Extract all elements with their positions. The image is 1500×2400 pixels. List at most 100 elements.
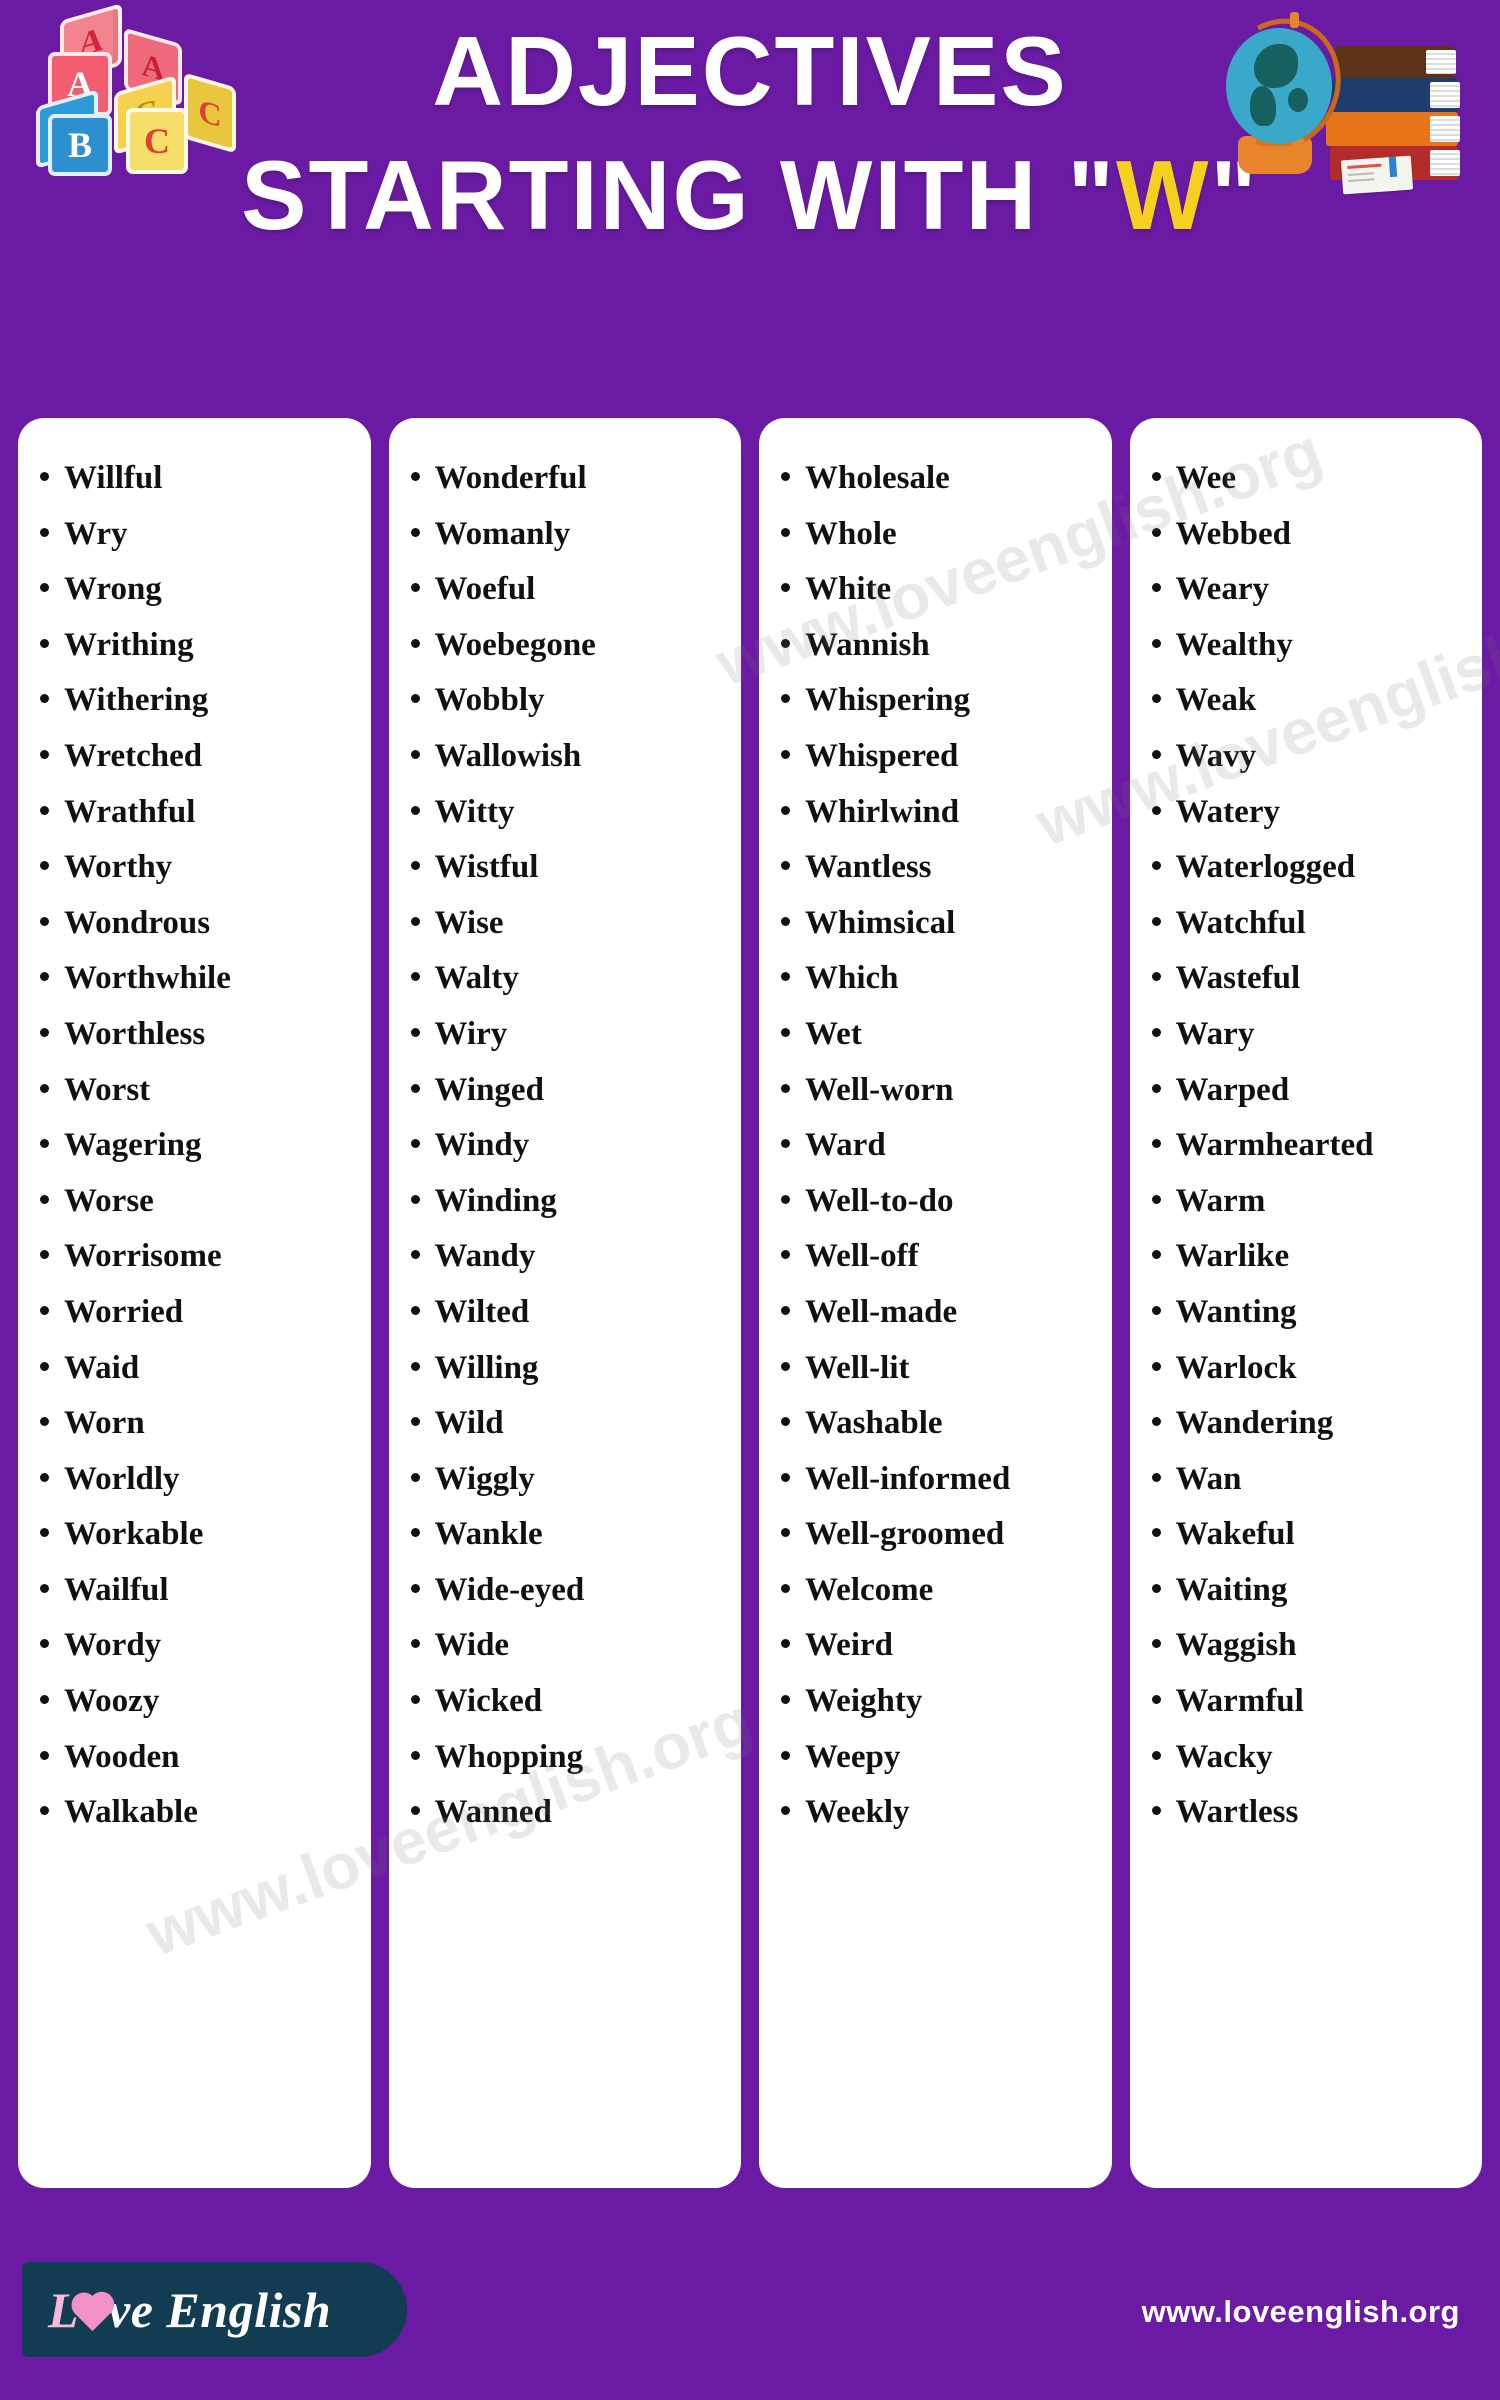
- list-item[interactable]: Well-made: [781, 1295, 1094, 1329]
- list-item[interactable]: Wonderful: [410, 462, 724, 495]
- list-item[interactable]: Wavy: [1151, 739, 1465, 773]
- list-item[interactable]: Well-groomed: [781, 1518, 1094, 1551]
- list-item[interactable]: Worthless: [40, 1017, 353, 1051]
- list-item[interactable]: Wet: [781, 1017, 1094, 1051]
- list-item[interactable]: Well-lit: [781, 1351, 1094, 1385]
- list-item[interactable]: Wistful: [410, 851, 724, 884]
- list-item[interactable]: Warmful: [1151, 1685, 1465, 1718]
- list-item[interactable]: Worn: [40, 1407, 353, 1440]
- list-item[interactable]: Wooden: [40, 1740, 353, 1774]
- list-item[interactable]: Warlock: [1151, 1351, 1465, 1385]
- list-item[interactable]: Whopping: [410, 1740, 724, 1774]
- list-item[interactable]: Wakeful: [1151, 1518, 1465, 1551]
- list-item[interactable]: Wallowish: [410, 739, 724, 773]
- list-item[interactable]: Walkable: [40, 1796, 353, 1829]
- list-item[interactable]: Wandy: [410, 1240, 724, 1273]
- list-item[interactable]: Worse: [40, 1184, 353, 1218]
- list-item[interactable]: Wondrous: [40, 906, 353, 940]
- list-item[interactable]: Wandering: [1151, 1407, 1465, 1440]
- list-item[interactable]: Worried: [40, 1295, 353, 1329]
- list-item[interactable]: Washable: [781, 1407, 1094, 1440]
- list-item[interactable]: Waggish: [1151, 1629, 1465, 1662]
- list-item[interactable]: Wilted: [410, 1295, 724, 1329]
- list-item[interactable]: Ward: [781, 1129, 1094, 1162]
- list-item[interactable]: Well-worn: [781, 1073, 1094, 1107]
- list-item[interactable]: Woozy: [40, 1685, 353, 1718]
- list-item[interactable]: Well-off: [781, 1240, 1094, 1273]
- list-item[interactable]: Weird: [781, 1629, 1094, 1662]
- list-item[interactable]: Wide-eyed: [410, 1573, 724, 1607]
- list-item[interactable]: Waterlogged: [1151, 851, 1465, 884]
- list-item[interactable]: Withering: [40, 684, 353, 717]
- list-item[interactable]: Woebegone: [410, 628, 724, 662]
- list-item[interactable]: Worthwhile: [40, 962, 353, 995]
- list-item[interactable]: Weepy: [781, 1740, 1094, 1774]
- list-item[interactable]: Whirlwind: [781, 795, 1094, 829]
- list-item[interactable]: Whispering: [781, 684, 1094, 717]
- list-item[interactable]: Worldly: [40, 1462, 353, 1496]
- list-item[interactable]: Wrathful: [40, 795, 353, 829]
- list-item[interactable]: Well-to-do: [781, 1184, 1094, 1218]
- list-item[interactable]: Whole: [781, 517, 1094, 551]
- list-item[interactable]: Walty: [410, 962, 724, 995]
- list-item[interactable]: Watchful: [1151, 906, 1465, 940]
- list-item[interactable]: Woeful: [410, 573, 724, 606]
- list-item[interactable]: Wretched: [40, 739, 353, 773]
- list-item[interactable]: Whispered: [781, 739, 1094, 773]
- list-item[interactable]: Wanting: [1151, 1295, 1465, 1329]
- list-item[interactable]: Weekly: [781, 1796, 1094, 1829]
- list-item[interactable]: Warlike: [1151, 1240, 1465, 1273]
- list-item[interactable]: Webbed: [1151, 517, 1465, 551]
- list-item[interactable]: Warmhearted: [1151, 1129, 1465, 1162]
- list-item[interactable]: Wan: [1151, 1462, 1465, 1496]
- list-item[interactable]: Wealthy: [1151, 628, 1465, 662]
- list-item[interactable]: Well-informed: [781, 1462, 1094, 1496]
- list-item[interactable]: Winding: [410, 1184, 724, 1218]
- list-item[interactable]: Worthy: [40, 851, 353, 884]
- list-item[interactable]: White: [781, 573, 1094, 606]
- list-item[interactable]: Wide: [410, 1629, 724, 1662]
- list-item[interactable]: Wise: [410, 906, 724, 940]
- list-item[interactable]: Witty: [410, 795, 724, 829]
- list-item[interactable]: Wobbly: [410, 684, 724, 717]
- list-item[interactable]: Workable: [40, 1518, 353, 1551]
- list-item[interactable]: Wiry: [410, 1017, 724, 1051]
- list-item[interactable]: Wanned: [410, 1796, 724, 1829]
- list-item[interactable]: Willing: [410, 1351, 724, 1385]
- list-item[interactable]: Wartless: [1151, 1796, 1465, 1829]
- list-item[interactable]: Wild: [410, 1407, 724, 1440]
- list-item[interactable]: Wrong: [40, 573, 353, 606]
- list-item[interactable]: Worst: [40, 1073, 353, 1107]
- list-item[interactable]: Wailful: [40, 1573, 353, 1607]
- list-item[interactable]: Wordy: [40, 1629, 353, 1662]
- list-item[interactable]: Wicked: [410, 1685, 724, 1718]
- list-item[interactable]: Wary: [1151, 1017, 1465, 1051]
- list-item[interactable]: Weary: [1151, 573, 1465, 606]
- list-item[interactable]: Womanly: [410, 517, 724, 551]
- list-item[interactable]: Whimsical: [781, 906, 1094, 940]
- list-item[interactable]: Watery: [1151, 795, 1465, 829]
- list-item[interactable]: Wannish: [781, 628, 1094, 662]
- list-item[interactable]: Wankle: [410, 1518, 724, 1551]
- list-item[interactable]: Welcome: [781, 1573, 1094, 1607]
- list-item[interactable]: Wholesale: [781, 462, 1094, 495]
- list-item[interactable]: Wantless: [781, 851, 1094, 884]
- list-item[interactable]: Worrisome: [40, 1240, 353, 1273]
- list-item[interactable]: Weak: [1151, 684, 1465, 717]
- list-item[interactable]: Waid: [40, 1351, 353, 1385]
- list-item[interactable]: Wee: [1151, 462, 1465, 495]
- list-item[interactable]: Wasteful: [1151, 962, 1465, 995]
- list-item[interactable]: Waiting: [1151, 1573, 1465, 1607]
- list-item[interactable]: Winged: [410, 1073, 724, 1107]
- list-item[interactable]: Wiggly: [410, 1462, 724, 1496]
- list-item[interactable]: Wacky: [1151, 1740, 1465, 1774]
- list-item[interactable]: Warm: [1151, 1184, 1465, 1218]
- list-item[interactable]: Wry: [40, 517, 353, 551]
- list-item[interactable]: Windy: [410, 1129, 724, 1162]
- list-item[interactable]: Writhing: [40, 628, 353, 662]
- list-item[interactable]: Weighty: [781, 1685, 1094, 1718]
- list-item[interactable]: Warped: [1151, 1073, 1465, 1107]
- list-item[interactable]: Wagering: [40, 1129, 353, 1162]
- footer-url[interactable]: www.loveenglish.org: [1142, 2294, 1460, 2330]
- list-item[interactable]: Which: [781, 962, 1094, 995]
